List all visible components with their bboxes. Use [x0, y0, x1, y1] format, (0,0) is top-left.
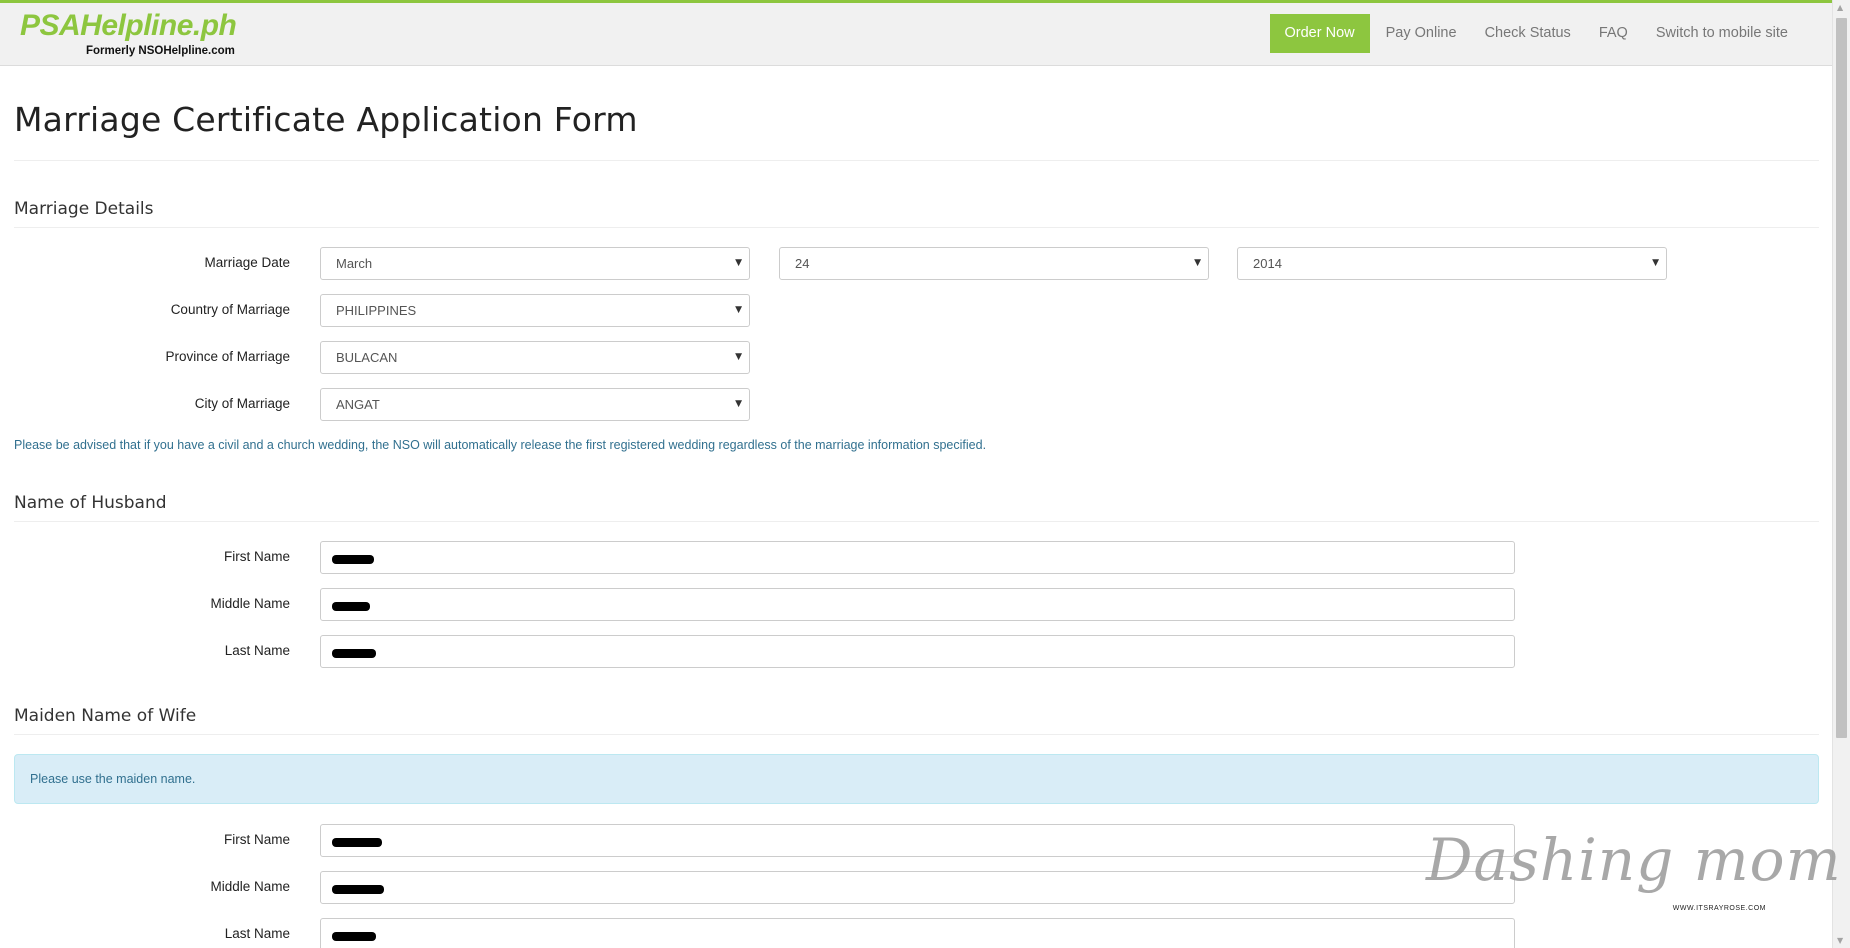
husband-last-name-input[interactable]	[320, 635, 1515, 668]
wedding-advisory-note: Please be advised that if you have a civ…	[14, 438, 987, 452]
husband-middle-name-label: Middle Name	[210, 596, 290, 611]
watermark-logo: Dashing mom WWW.ITSRAYROSE.COM	[1420, 822, 1841, 918]
section-divider	[14, 227, 1819, 228]
wife-middle-name-input[interactable]	[320, 871, 1515, 904]
redacted-value	[332, 885, 384, 894]
scroll-up-arrow-icon[interactable]: ▲	[1837, 3, 1843, 12]
maiden-name-info-text: Please use the maiden name.	[30, 772, 196, 786]
logo-text: PSAHelpline.ph	[20, 9, 237, 42]
redacted-value	[332, 602, 370, 611]
city-select[interactable]: ANGAT ▼	[320, 388, 750, 421]
dropdown-caret-icon: ▼	[1652, 258, 1659, 268]
site-logo[interactable]: PSAHelpline.ph Formerly NSOHelpline.com	[20, 9, 237, 57]
country-value: PHILIPPINES	[336, 303, 417, 318]
order-now-button[interactable]: Order Now	[1269, 14, 1370, 53]
scroll-down-arrow-icon[interactable]: ▼	[1837, 936, 1843, 945]
top-navbar: PSAHelpline.ph Formerly NSOHelpline.com …	[0, 0, 1832, 66]
marriage-day-select[interactable]: 24 ▼	[779, 247, 1209, 280]
dropdown-caret-icon: ▼	[735, 305, 742, 315]
logo-subtitle: Formerly NSOHelpline.com	[86, 45, 235, 57]
province-value: BULACAN	[336, 350, 398, 365]
dropdown-caret-icon: ▼	[735, 258, 742, 268]
nav-pay-online[interactable]: Pay Online	[1372, 14, 1471, 53]
marriage-year-select[interactable]: 2014 ▼	[1237, 247, 1667, 280]
husband-first-name-label: First Name	[223, 549, 290, 564]
redacted-value	[332, 555, 374, 564]
husband-last-name-label: Last Name	[224, 643, 290, 658]
page-scrollbar[interactable]: ▲ ▼	[1832, 0, 1850, 948]
marriage-day-value: 24	[795, 256, 810, 271]
redacted-value	[332, 649, 376, 658]
province-label: Province of Marriage	[165, 349, 290, 364]
watermark-text: Dashing mom	[1426, 826, 1842, 894]
wife-last-name-input[interactable]	[320, 918, 1515, 948]
dropdown-caret-icon: ▼	[1194, 258, 1201, 268]
marriage-date-label: Marriage Date	[204, 255, 290, 270]
province-select[interactable]: BULACAN ▼	[320, 341, 750, 374]
watermark-url: WWW.ITSRAYROSE.COM	[1672, 905, 1766, 912]
wife-first-name-input[interactable]	[320, 824, 1515, 857]
husband-middle-name-input[interactable]	[320, 588, 1515, 621]
maiden-name-info-alert: Please use the maiden name.	[14, 754, 1819, 804]
main-nav: Order Now Pay Online Check Status FAQ Sw…	[1269, 14, 1802, 53]
page-title: Marriage Certificate Application Form	[14, 100, 638, 139]
city-label: City of Marriage	[194, 396, 290, 411]
marriage-month-value: March	[336, 256, 373, 271]
dropdown-caret-icon: ▼	[735, 399, 742, 409]
nav-switch-mobile[interactable]: Switch to mobile site	[1642, 14, 1802, 53]
section-husband-name: Name of Husband	[14, 493, 167, 513]
city-value: ANGAT	[336, 397, 380, 412]
scroll-thumb[interactable]	[1836, 18, 1847, 738]
title-divider	[14, 160, 1819, 161]
nav-faq[interactable]: FAQ	[1585, 14, 1642, 53]
wife-last-name-label: Last Name	[224, 926, 290, 941]
section-marriage-details: Marriage Details	[14, 199, 154, 219]
country-select[interactable]: PHILIPPINES ▼	[320, 294, 750, 327]
dropdown-caret-icon: ▼	[735, 352, 742, 362]
wife-middle-name-label: Middle Name	[210, 879, 290, 894]
section-divider	[14, 734, 1819, 735]
marriage-month-select[interactable]: March ▼	[320, 247, 750, 280]
section-wife-maiden-name: Maiden Name of Wife	[14, 706, 197, 726]
wife-first-name-label: First Name	[223, 832, 290, 847]
nav-check-status[interactable]: Check Status	[1471, 14, 1585, 53]
country-label: Country of Marriage	[170, 302, 290, 317]
section-divider	[14, 521, 1819, 522]
husband-first-name-input[interactable]	[320, 541, 1515, 574]
marriage-year-value: 2014	[1253, 256, 1282, 271]
redacted-value	[332, 838, 382, 847]
redacted-value	[332, 932, 376, 941]
